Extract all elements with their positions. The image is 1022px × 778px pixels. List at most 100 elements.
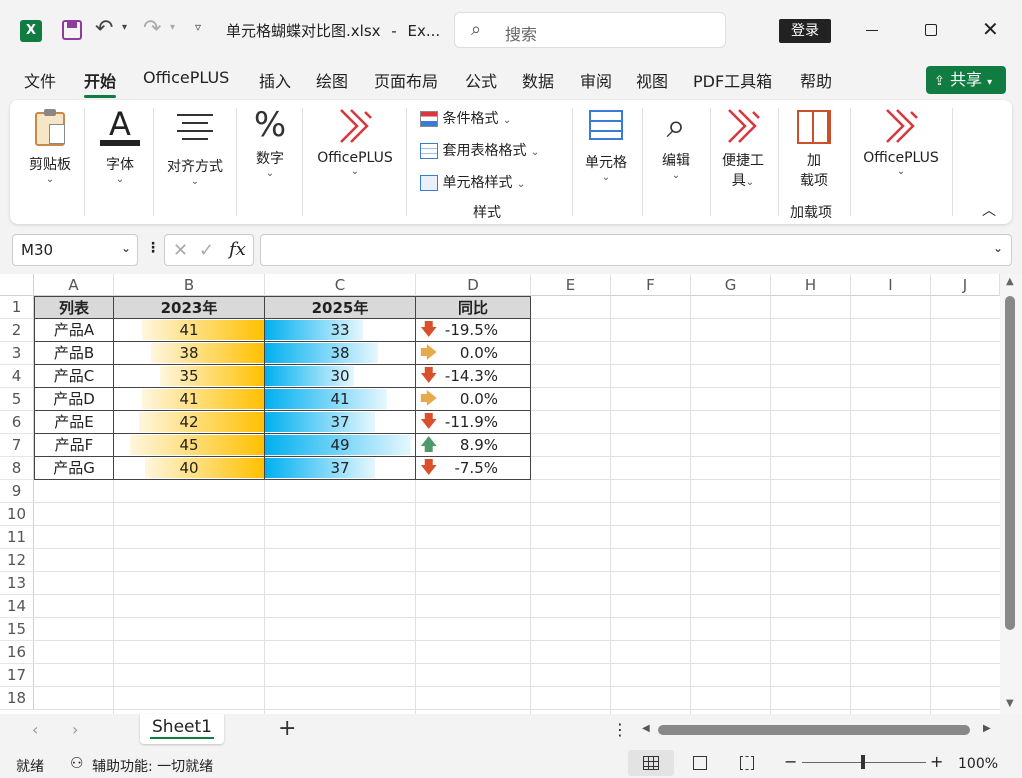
sheet-tab-sheet1[interactable]: Sheet1 — [140, 714, 224, 744]
row-header-8[interactable]: 8 — [0, 457, 34, 480]
value-2025-cell[interactable]: 49 — [265, 434, 416, 457]
vertical-scrollbar[interactable]: ▲ ▼ — [1000, 274, 1022, 714]
tab-page-layout[interactable]: 页面布局 — [374, 68, 438, 92]
column-header-j[interactable]: J — [931, 274, 1000, 296]
vertical-scroll-thumb[interactable] — [1005, 296, 1015, 630]
share-button[interactable]: ⇪ 共享 ▾ — [926, 66, 1006, 94]
value-2025-cell[interactable]: 37 — [265, 411, 416, 434]
value-2025-cell[interactable]: 38 — [265, 342, 416, 365]
more-icon[interactable]: ⋮ — [146, 240, 160, 256]
horizontal-scrollbar[interactable] — [658, 725, 970, 735]
login-button[interactable]: 登录 — [779, 19, 831, 43]
yoy-cell[interactable]: 🡇 -11.9% — [416, 411, 531, 434]
product-name-cell[interactable]: 产品C — [34, 365, 114, 388]
row-header-16[interactable]: 16 — [0, 641, 34, 664]
value-2025-cell[interactable]: 37 — [265, 457, 416, 480]
row-header-1[interactable]: 1 — [0, 296, 34, 319]
tab-help[interactable]: 帮助 — [800, 68, 832, 92]
undo-dropdown-icon[interactable]: ▾ — [122, 22, 127, 33]
tab-review[interactable]: 审阅 — [580, 68, 612, 92]
spreadsheet-grid[interactable]: ABCDEFGHIJ 1 2 3 4 5 6 7 8 9 10 11 12 13 14 15 16 17 18 列… — [0, 274, 1022, 714]
scroll-down-icon[interactable]: ▼ — [1006, 698, 1014, 709]
product-name-cell[interactable]: 产品F — [34, 434, 114, 457]
maximize-icon[interactable] — [925, 24, 937, 36]
editing-button[interactable]: ⌕ 编辑 ⌄ — [648, 106, 704, 181]
value-2023-cell[interactable]: 35 — [114, 365, 265, 388]
format-as-table-button[interactable]: 套用表格格式 ⌄ — [420, 140, 539, 160]
row-header-11[interactable]: 11 — [0, 526, 34, 549]
row-header-17[interactable]: 17 — [0, 664, 34, 687]
minimize-icon[interactable] — [866, 30, 878, 31]
tab-home[interactable]: 开始 — [84, 68, 117, 98]
cell-styles-button[interactable]: 单元格样式 ⌄ — [420, 172, 525, 192]
formula-input[interactable]: ⌄ — [260, 234, 1012, 266]
column-header-d[interactable]: D — [416, 274, 531, 296]
header-list[interactable]: 列表 — [34, 296, 114, 319]
zoom-slider-thumb[interactable] — [861, 755, 865, 769]
close-icon[interactable]: ✕ — [982, 17, 999, 41]
row-header-18[interactable]: 18 — [0, 687, 34, 710]
value-2025-cell[interactable]: 30 — [265, 365, 416, 388]
number-button[interactable]: % 数字 ⌄ — [244, 106, 296, 179]
column-header-f[interactable]: F — [611, 274, 691, 296]
value-2023-cell[interactable]: 45 — [114, 434, 265, 457]
save-icon[interactable] — [62, 20, 82, 40]
tab-data[interactable]: 数据 — [522, 68, 554, 92]
collapse-ribbon-icon[interactable]: ︿ — [982, 200, 996, 220]
yoy-cell[interactable]: 🡇 -14.3% — [416, 365, 531, 388]
page-break-view-icon[interactable] — [740, 756, 754, 770]
cells-button[interactable]: 单元格 ⌄ — [578, 106, 634, 183]
officeplus-button[interactable]: OfficePLUS ⌄ — [310, 106, 400, 177]
quick-tools-button[interactable]: 便捷工 具⌄ — [716, 106, 770, 190]
row-header-12[interactable]: 12 — [0, 549, 34, 572]
value-2023-cell[interactable]: 41 — [114, 319, 265, 342]
header-yoy[interactable]: 同比 — [416, 296, 531, 319]
customize-qat-icon[interactable]: ▿ — [195, 20, 201, 34]
redo-dropdown-icon[interactable]: ▾ — [170, 22, 175, 33]
alignment-button[interactable]: 对齐方式 ⌄ — [160, 106, 230, 187]
tab-insert[interactable]: 插入 — [259, 68, 291, 92]
chevron-down-icon[interactable]: ⌄ — [993, 241, 1003, 255]
product-name-cell[interactable]: 产品E — [34, 411, 114, 434]
tab-view[interactable]: 视图 — [636, 68, 668, 92]
page-layout-view-icon[interactable] — [693, 756, 707, 770]
font-button[interactable]: A 字体 ⌄ — [92, 106, 148, 185]
name-box[interactable]: M30 ⌄ — [12, 234, 138, 266]
value-2023-cell[interactable]: 42 — [114, 411, 265, 434]
column-header-g[interactable]: G — [691, 274, 771, 296]
tab-pdf-tools[interactable]: PDF工具箱 — [693, 68, 772, 92]
conditional-format-button[interactable]: 条件格式 ⌄ — [420, 108, 511, 128]
yoy-cell[interactable]: 🡆 0.0% — [416, 388, 531, 411]
yoy-cell[interactable]: 🡇 -7.5% — [416, 457, 531, 480]
row-header-3[interactable]: 3 — [0, 342, 34, 365]
product-name-cell[interactable]: 产品D — [34, 388, 114, 411]
column-header-b[interactable]: B — [114, 274, 265, 296]
value-2023-cell[interactable]: 38 — [114, 342, 265, 365]
column-header-h[interactable]: H — [771, 274, 851, 296]
cancel-icon[interactable]: ✕ — [173, 240, 188, 261]
enter-icon[interactable]: ✓ — [199, 240, 214, 261]
next-sheet-icon[interactable]: › — [72, 720, 78, 739]
row-header-13[interactable]: 13 — [0, 572, 34, 595]
addins-button[interactable]: 加 载项 — [786, 106, 842, 190]
value-2025-cell[interactable]: 41 — [265, 388, 416, 411]
prev-sheet-icon[interactable]: ‹ — [32, 720, 38, 739]
row-header-5[interactable]: 5 — [0, 388, 34, 411]
column-header-i[interactable]: I — [851, 274, 931, 296]
redo-icon[interactable]: ↷ — [143, 16, 161, 41]
add-sheet-button[interactable]: + — [278, 716, 296, 741]
row-header-15[interactable]: 15 — [0, 618, 34, 641]
accessibility-status[interactable]: 辅助功能: 一切就绪 — [92, 756, 213, 776]
clipboard-button[interactable]: 剪贴板 ⌄ — [22, 106, 78, 185]
row-header-2[interactable]: 2 — [0, 319, 34, 342]
row-header-10[interactable]: 10 — [0, 503, 34, 526]
select-all-corner[interactable] — [0, 274, 34, 296]
tab-formulas[interactable]: 公式 — [465, 68, 497, 92]
yoy-cell[interactable]: 🡆 0.0% — [416, 342, 531, 365]
search-box[interactable]: ⌕ 搜索 — [454, 12, 726, 48]
zoom-level[interactable]: 100% — [958, 756, 998, 772]
column-header-a[interactable]: A — [34, 274, 114, 296]
zoom-in-icon[interactable]: + — [930, 752, 943, 771]
row-header-6[interactable]: 6 — [0, 411, 34, 434]
value-2023-cell[interactable]: 41 — [114, 388, 265, 411]
